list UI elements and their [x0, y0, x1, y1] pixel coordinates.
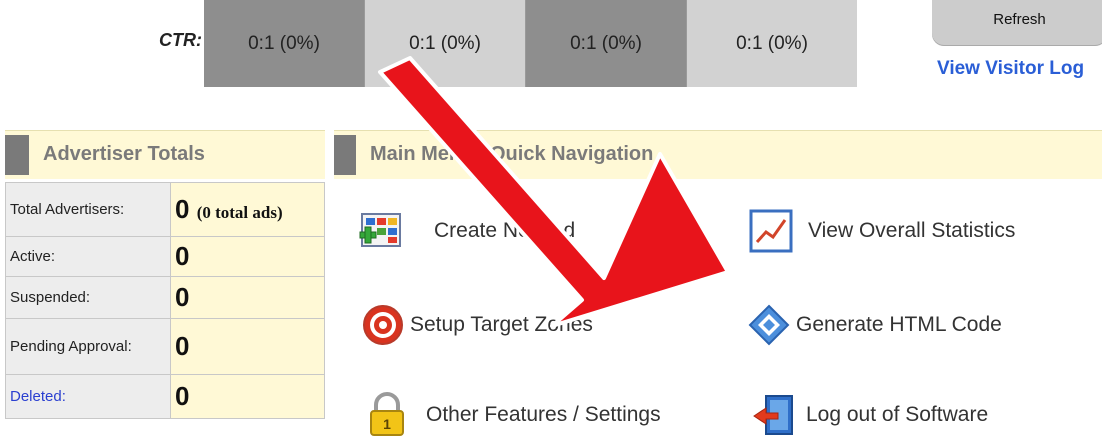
ctr-cell: 0:1 (0%) [687, 0, 857, 87]
table-row: Active: 0 [5, 236, 325, 277]
table-row: Deleted: 0 [5, 374, 325, 419]
ctr-label: CTR: [159, 30, 202, 50]
target-icon [360, 302, 406, 348]
active-label: Active: [5, 236, 171, 277]
suspended-value: 0 [170, 276, 325, 319]
advertiser-totals-header: Advertiser Totals [5, 130, 325, 179]
advertiser-totals-title: Advertiser Totals [43, 143, 205, 165]
table-row: Pending Approval: 0 [5, 318, 325, 375]
table-row: Suspended: 0 [5, 276, 325, 319]
active-value: 0 [170, 236, 325, 277]
header-marker [334, 135, 356, 175]
table-row: Total Advertisers: 0 (0 total ads) [5, 182, 325, 237]
padlock-icon: 1 [364, 392, 410, 438]
total-advertisers-count: 0 [175, 194, 190, 224]
view-visitor-log-link[interactable]: View Visitor Log [937, 58, 1084, 80]
create-ad-icon [358, 208, 404, 254]
menu-item-view-statistics[interactable]: View Overall Statistics [748, 208, 1015, 254]
html-code-icon [746, 302, 792, 348]
menu-item-generate-html-code[interactable]: Generate HTML Code [746, 302, 1002, 348]
menu-item-label: Generate HTML Code [796, 313, 1002, 336]
ctr-stats-row: 0:1 (0%) 0:1 (0%) 0:1 (0%) 0:1 (0%) [204, 0, 857, 87]
header-marker [5, 135, 29, 175]
ctr-cell: 0:1 (0%) [526, 0, 687, 87]
total-advertisers-value: 0 (0 total ads) [170, 182, 325, 237]
menu-item-label: View Overall Statistics [808, 219, 1016, 242]
pending-approval-label: Pending Approval: [5, 318, 171, 375]
statistics-chart-icon [748, 208, 794, 254]
main-menu-title: Main Menu / Quick Navigation [370, 143, 654, 165]
suspended-label: Suspended: [5, 276, 171, 319]
total-ads-note: (0 total ads) [196, 203, 283, 222]
menu-item-create-new-ad[interactable]: Create New Ad [358, 208, 575, 254]
menu-item-label: Log out of Software [806, 403, 989, 426]
total-advertisers-label: Total Advertisers: [5, 182, 171, 237]
ctr-cell: 0:1 (0%) [204, 0, 365, 87]
menu-item-log-out[interactable]: Log out of Software [752, 392, 988, 438]
ctr-cell: 0:1 (0%) [365, 0, 526, 87]
advertiser-totals-table: Total Advertisers: 0 (0 total ads) Activ… [5, 182, 325, 419]
menu-item-label: Other Features / Settings [426, 403, 661, 426]
menu-item-other-features-settings[interactable]: 1 Other Features / Settings [364, 392, 661, 438]
main-menu-header: Main Menu / Quick Navigation [334, 130, 1102, 179]
menu-item-label: Setup Target Zones [410, 313, 593, 336]
pending-approval-value: 0 [170, 318, 325, 375]
deleted-value: 0 [170, 374, 325, 419]
refresh-button[interactable]: Refresh [932, 0, 1102, 46]
deleted-link[interactable]: Deleted: [5, 374, 171, 419]
menu-item-label: Create New Ad [434, 219, 576, 242]
svg-text:1: 1 [383, 416, 391, 432]
logout-door-icon [752, 392, 798, 438]
menu-item-setup-target-zones[interactable]: Setup Target Zones [360, 302, 593, 348]
